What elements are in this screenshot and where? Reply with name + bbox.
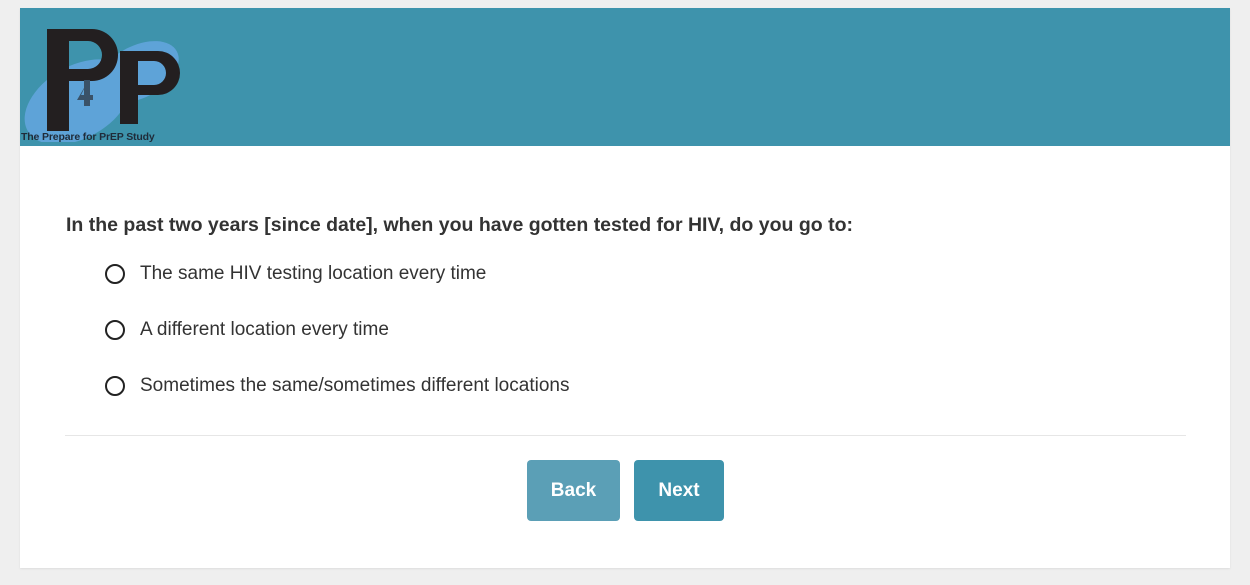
radio-button[interactable]	[105, 264, 125, 284]
survey-card: The Prepare for PrEP Study In the past t…	[20, 8, 1230, 568]
option-different-location[interactable]: A different location every time	[105, 316, 389, 344]
option-label: The same HIV testing location every time	[140, 263, 487, 284]
p4p-logo: The Prepare for PrEP Study	[20, 20, 190, 143]
next-button[interactable]: Next	[634, 460, 724, 521]
p4p-logo-graphic	[24, 29, 180, 142]
radio-button[interactable]	[105, 320, 125, 340]
logo-subtitle: The Prepare for PrEP Study	[21, 131, 155, 143]
option-label: Sometimes the same/sometimes different l…	[140, 375, 570, 396]
header-banner: The Prepare for PrEP Study	[20, 8, 1230, 146]
back-button[interactable]: Back	[527, 460, 620, 521]
option-label: A different location every time	[140, 319, 389, 340]
question-text: In the past two years [since date], when…	[66, 214, 853, 236]
radio-button[interactable]	[105, 376, 125, 396]
divider	[65, 435, 1186, 436]
option-mixed-locations[interactable]: Sometimes the same/sometimes different l…	[105, 372, 569, 400]
option-same-location[interactable]: The same HIV testing location every time	[105, 260, 486, 288]
